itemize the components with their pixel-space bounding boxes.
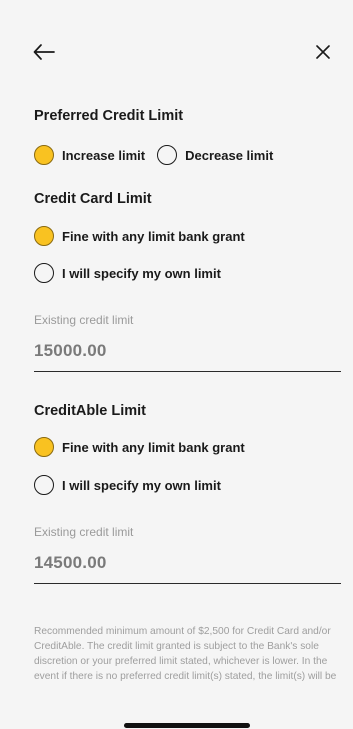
radio-selected-indicator [34, 226, 54, 246]
radio-label: Increase limit [62, 147, 146, 163]
credit-card-specify-radio-row: I will specify my own limit [34, 263, 231, 283]
field-value: 15000.00 [34, 341, 107, 360]
close-icon [316, 45, 330, 59]
creditable-existing-limit-field[interactable]: Existing credit limit 14500.00 [34, 525, 341, 584]
field-underline [34, 583, 341, 584]
radio-unselected-indicator [157, 145, 178, 165]
back-button[interactable] [28, 36, 60, 68]
preferred-limit-options: Increase limit Decrease limit [34, 145, 283, 165]
radio-label: I will specify my own limit [62, 477, 221, 493]
creditable-specify-radio-row: I will specify my own limit [34, 475, 231, 495]
field-label: Existing credit limit [34, 525, 134, 539]
preferred-credit-limit-title: Preferred Credit Limit [34, 108, 184, 124]
creditable-fine-radio-row: Fine with any limit bank grant [34, 437, 255, 457]
arrow-left-icon [33, 44, 55, 60]
credit-card-fine-with-bank-limit-radio[interactable]: Fine with any limit bank grant [34, 226, 245, 246]
radio-unselected-indicator [34, 263, 54, 283]
creditable-limit-title: CreditAble Limit [34, 403, 146, 419]
creditable-fine-with-bank-limit-radio[interactable]: Fine with any limit bank grant [34, 437, 245, 457]
field-underline [34, 371, 341, 372]
credit-card-limit-title: Credit Card Limit [34, 191, 152, 207]
close-button[interactable] [307, 36, 339, 68]
credit-card-specify-own-limit-radio[interactable]: I will specify my own limit [34, 263, 221, 283]
creditable-specify-own-limit-radio[interactable]: I will specify my own limit [34, 475, 221, 495]
credit-limit-disclaimer: Recommended minimum amount of $2,500 for… [34, 626, 337, 682]
radio-label: Fine with any limit bank grant [62, 228, 245, 244]
radio-label: Fine with any limit bank grant [62, 439, 245, 455]
radio-label: Decrease limit [185, 147, 274, 163]
field-value: 14500.00 [34, 553, 107, 572]
radio-selected-indicator [34, 145, 54, 165]
radio-unselected-indicator [34, 475, 54, 495]
home-indicator[interactable] [124, 723, 250, 728]
field-label: Existing credit limit [34, 313, 134, 327]
radio-label: I will specify my own limit [62, 265, 221, 281]
credit-card-fine-radio-row: Fine with any limit bank grant [34, 226, 255, 246]
credit-card-existing-limit-field[interactable]: Existing credit limit 15000.00 [34, 313, 341, 372]
credit-limit-screen: Preferred Credit Limit Increase limit De… [0, 0, 353, 729]
top-bar [0, 36, 353, 68]
radio-selected-indicator [34, 437, 54, 457]
increase-limit-radio[interactable]: Increase limit [34, 145, 145, 165]
decrease-limit-radio[interactable]: Decrease limit [157, 145, 273, 165]
